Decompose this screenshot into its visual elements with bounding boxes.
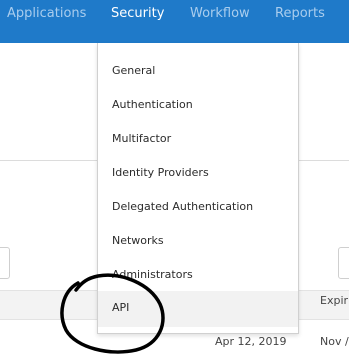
security-dropdown-menu: General Authentication Multifactor Ident…	[97, 43, 299, 334]
menu-item-multifactor[interactable]: Multifactor	[112, 132, 171, 145]
menu-item-api[interactable]: API	[98, 291, 298, 327]
table-cell-created-date: Apr 12, 2019	[215, 335, 287, 348]
menu-item-networks[interactable]: Networks	[112, 234, 164, 247]
table-cell-expiry-date: Nov /	[320, 335, 349, 348]
menu-item-general[interactable]: General	[112, 64, 155, 77]
nav-security[interactable]: Security	[111, 0, 164, 43]
nav-workflow[interactable]: Workflow	[190, 0, 250, 43]
column-header-expires[interactable]: Expir	[320, 294, 348, 307]
menu-item-administrators[interactable]: Administrators	[112, 268, 193, 281]
menu-item-api-label: API	[112, 301, 130, 314]
nav-applications[interactable]: Applications	[7, 0, 86, 43]
right-input-fragment[interactable]	[338, 247, 349, 279]
menu-item-identity-providers[interactable]: Identity Providers	[112, 166, 209, 179]
menu-item-authentication[interactable]: Authentication	[112, 98, 193, 111]
top-nav-bar: Applications Security Workflow Reports	[0, 0, 349, 43]
menu-item-delegated-authentication[interactable]: Delegated Authentication	[112, 200, 253, 213]
nav-reports[interactable]: Reports	[275, 0, 325, 43]
left-input-fragment[interactable]	[0, 247, 10, 279]
